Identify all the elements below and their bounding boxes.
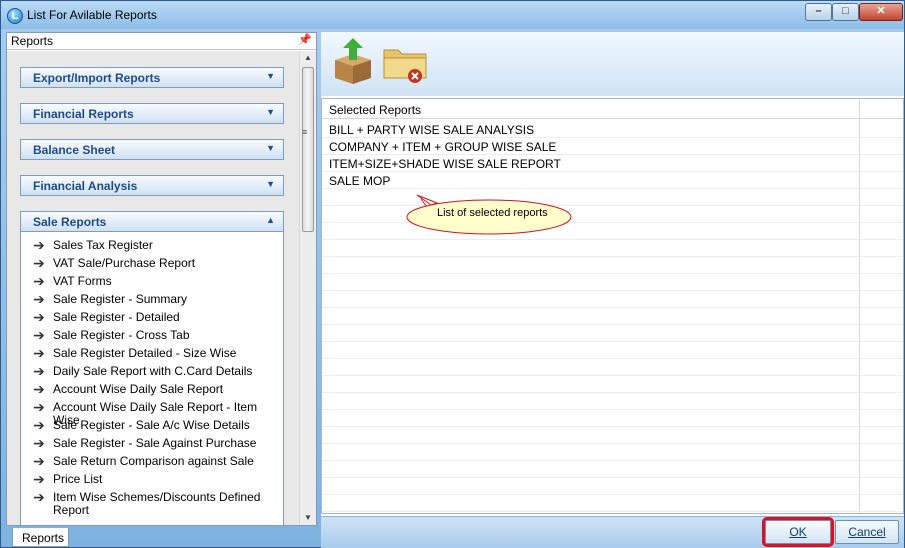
table-row (322, 478, 903, 495)
group-label: Financial Analysis (33, 179, 138, 193)
pin-icon[interactable]: 📌 (298, 33, 312, 46)
list-item[interactable]: ➔ Sale Register Detailed - Size Wise (33, 345, 283, 361)
sale-reports-list: ➔ Sales Tax Register ➔ VAT Sale/Purchase R… (20, 232, 284, 525)
chevron-down-icon: ▼ (266, 71, 275, 81)
reports-pane-body: Export/Import Reports ▼ Financial Report… (7, 51, 316, 525)
maximize-button[interactable]: □ (832, 3, 859, 21)
arrow-right-icon: ➔ (33, 345, 45, 361)
table-row[interactable]: ITEM+SIZE+SHADE WISE SALE REPORT (322, 155, 903, 172)
ok-button[interactable]: OK (762, 517, 834, 547)
arrow-right-icon: ➔ (33, 399, 45, 415)
list-item[interactable]: ➔ Price List (33, 471, 283, 487)
scroll-down-icon[interactable]: ▼ (304, 513, 312, 522)
close-button[interactable]: ✕ (859, 3, 903, 21)
arrow-right-icon: ➔ (33, 363, 45, 379)
scroll-up-icon[interactable]: ▲ (304, 53, 312, 62)
cancel-button[interactable]: Cancel (835, 520, 899, 544)
table-row[interactable]: SALE MOP (322, 172, 903, 189)
callout-annotation: List of selected reports (406, 194, 572, 237)
table-row[interactable]: COMPANY + ITEM + GROUP WISE SALE (322, 138, 903, 155)
list-item[interactable]: ➔ Daily Sale Report with C.Card Details (33, 363, 283, 379)
list-item[interactable]: ➔ Account Wise Daily Sale Report (33, 381, 283, 397)
grid-header: Selected Reports (322, 99, 903, 119)
reports-tree-pane: Reports 📌 Export/Import Reports ▼ Financ… (6, 32, 317, 526)
arrow-right-icon: ➔ (33, 417, 45, 433)
group-label: Balance Sheet (33, 143, 116, 157)
reports-pane-title: Reports (11, 34, 54, 48)
table-row (322, 461, 903, 478)
tab-reports[interactable]: Reports (12, 528, 69, 547)
table-row (322, 291, 903, 308)
scrollbar-thumb[interactable] (302, 67, 314, 232)
table-row (322, 444, 903, 461)
table-row (322, 325, 903, 342)
arrow-right-icon: ➔ (33, 489, 45, 505)
list-item[interactable]: ➔ Sales Tax Register (33, 237, 283, 253)
arrow-right-icon: ➔ (33, 435, 45, 451)
report-selection-window: L List For Avilable Reports – □ ✕ Report… (0, 0, 905, 548)
add-to-box-icon[interactable] (329, 38, 377, 86)
table-row (322, 342, 903, 359)
group-financial-analysis[interactable]: Financial Analysis ▼ (20, 175, 284, 196)
arrow-right-icon: ➔ (33, 381, 45, 397)
table-row (322, 427, 903, 444)
arrow-right-icon: ➔ (33, 453, 45, 469)
chevron-down-icon: ▼ (266, 179, 275, 189)
arrow-right-icon: ➔ (33, 255, 45, 271)
group-financial-reports[interactable]: Financial Reports ▼ (20, 103, 284, 124)
chevron-down-icon: ▼ (266, 107, 275, 117)
group-export-import-reports[interactable]: Export/Import Reports ▼ (20, 67, 284, 88)
remove-folder-icon[interactable] (381, 38, 429, 86)
group-label: Export/Import Reports (33, 71, 161, 85)
list-item[interactable]: ➔ VAT Sale/Purchase Report (33, 255, 283, 271)
arrow-right-icon: ➔ (33, 273, 45, 289)
list-item[interactable]: ➔ Sale Register - Sale A/c Wise Details (33, 417, 283, 433)
toolbar (321, 32, 904, 96)
arrow-right-icon: ➔ (33, 237, 45, 253)
column-header-selected-reports[interactable]: Selected Reports (329, 103, 421, 117)
group-balance-sheet[interactable]: Balance Sheet ▼ (20, 139, 284, 160)
window-title: List For Avilable Reports (27, 8, 157, 22)
selected-reports-grid: Selected Reports BILL + PARTY WISE SALE … (321, 98, 904, 514)
table-row (322, 376, 903, 393)
grip-icon: ≡ (302, 127, 308, 137)
table-row[interactable]: BILL + PARTY WISE SALE ANALYSIS (322, 121, 903, 138)
tab-reports-label: Reports (22, 531, 65, 545)
list-item[interactable]: ➔ VAT Forms (33, 273, 283, 289)
callout-text: List of selected reports (437, 207, 548, 219)
table-row (322, 393, 903, 410)
chevron-up-icon: ▲ (266, 215, 275, 225)
minimize-button[interactable]: – (805, 3, 832, 21)
arrow-right-icon: ➔ (33, 291, 45, 307)
group-sale-reports[interactable]: Sale Reports ▲ (20, 211, 284, 232)
list-item[interactable]: ➔ Item Wise Schemes/Discounts Defined Rep… (33, 489, 283, 517)
selected-reports-pane: Selected Reports BILL + PARTY WISE SALE … (321, 32, 904, 516)
group-label: Financial Reports (33, 107, 134, 121)
table-row (322, 308, 903, 325)
list-item[interactable]: ➔ Sale Register - Sale Against Purchase (33, 435, 283, 451)
table-row (322, 274, 903, 291)
group-label: Sale Reports (33, 215, 107, 229)
chevron-down-icon: ▼ (266, 143, 275, 153)
table-row (322, 257, 903, 274)
arrow-right-icon: ➔ (33, 309, 45, 325)
left-pane-scrollbar[interactable]: ▲ ≡ ▼ (299, 51, 316, 525)
title-bar[interactable]: L List For Avilable Reports – □ ✕ (1, 1, 904, 29)
list-item[interactable]: ➔ Sale Return Comparison against Sale (33, 453, 283, 469)
reports-pane-header: Reports 📌 (7, 33, 316, 50)
dialog-footer: OK Cancel (321, 517, 904, 548)
arrow-right-icon: ➔ (33, 327, 45, 343)
table-row (322, 359, 903, 376)
app-logo-icon: L (7, 8, 23, 24)
table-row (322, 495, 903, 512)
table-row (322, 410, 903, 427)
list-item[interactable]: ➔ Sale Register - Summary (33, 291, 283, 307)
list-item[interactable]: ➔ Sale Register - Detailed (33, 309, 283, 325)
list-item[interactable]: ➔ Sale Register - Cross Tab (33, 327, 283, 343)
arrow-right-icon: ➔ (33, 471, 45, 487)
